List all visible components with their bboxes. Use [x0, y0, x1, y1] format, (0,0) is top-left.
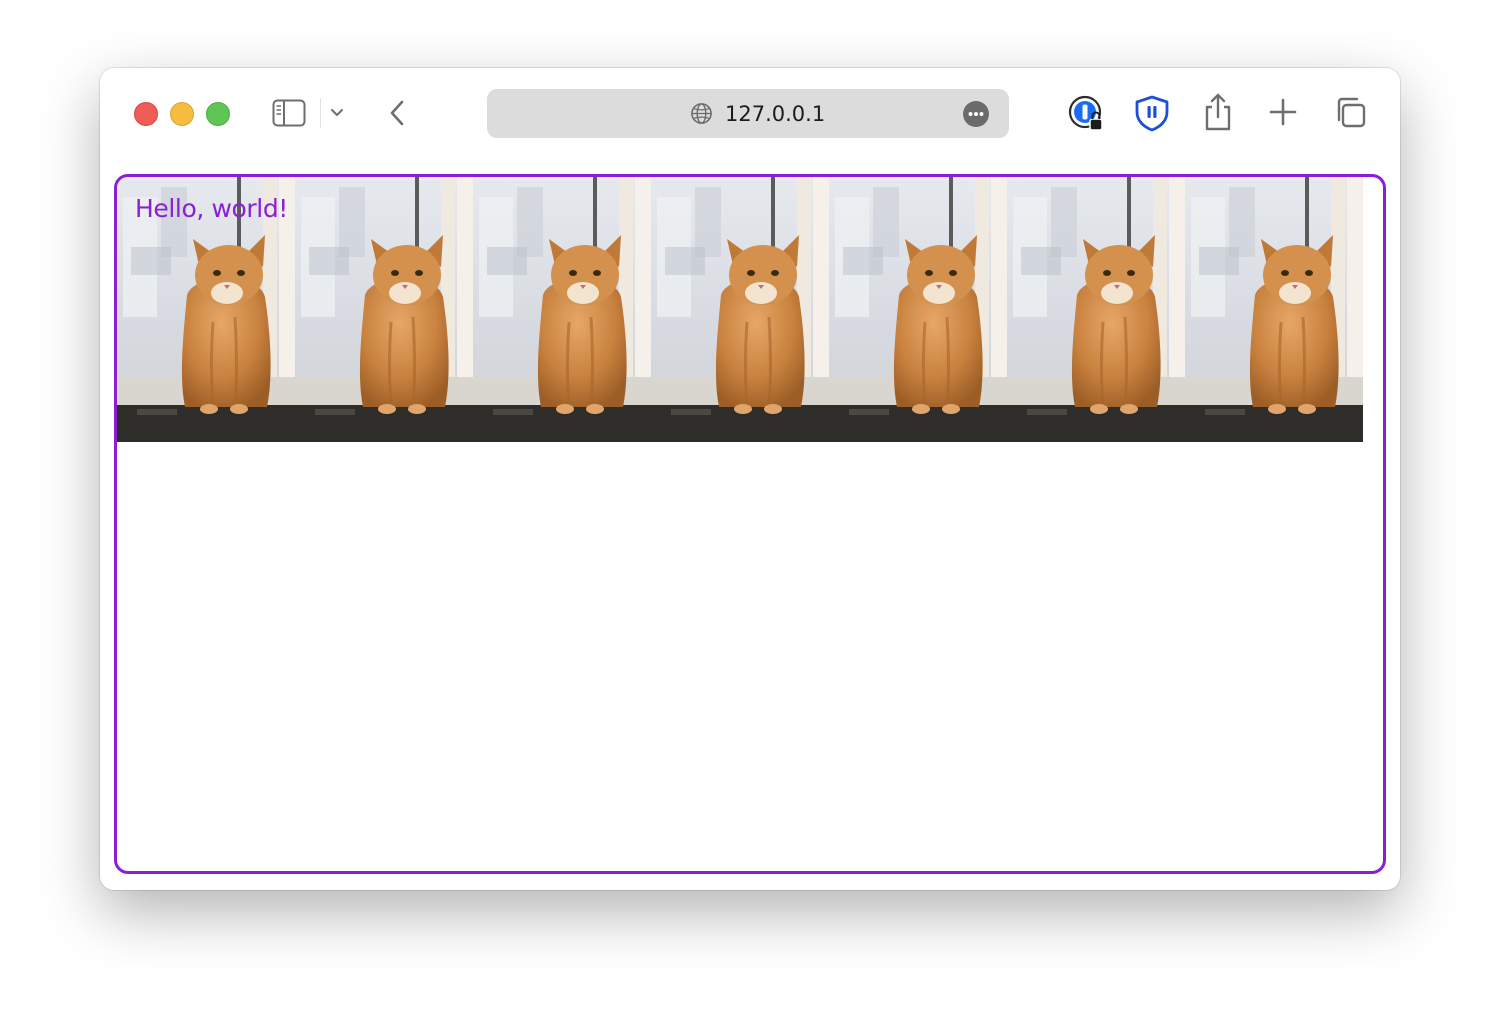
- cat-photo: [473, 177, 651, 442]
- cat-photo: [651, 177, 829, 442]
- back-arrow-icon[interactable]: [386, 98, 408, 128]
- cat-image-strip: [117, 177, 1383, 442]
- plus-icon[interactable]: [1268, 97, 1298, 127]
- web-content: Hello, world!: [100, 160, 1400, 890]
- more-dots-icon[interactable]: [962, 100, 990, 128]
- sidebar-icon[interactable]: [272, 98, 306, 128]
- tabs-overview-icon[interactable]: [1333, 96, 1367, 130]
- shield-extension-icon[interactable]: [1133, 94, 1171, 132]
- minimize-window-button[interactable]: [170, 102, 194, 126]
- toolbar-divider: [320, 98, 321, 128]
- page-heading: Hello, world!: [135, 194, 288, 223]
- cat-photo: [295, 177, 473, 442]
- page-frame: Hello, world!: [114, 174, 1386, 874]
- close-window-button[interactable]: [134, 102, 158, 126]
- browser-toolbar: 127.0.0.1: [100, 68, 1400, 160]
- share-icon[interactable]: [1201, 92, 1235, 132]
- browser-window: 127.0.0.1 Hello, world!: [100, 68, 1400, 890]
- chevron-down-icon[interactable]: [328, 104, 346, 122]
- cat-photo: [1007, 177, 1185, 442]
- maximize-window-button[interactable]: [206, 102, 230, 126]
- cat-photo: [1185, 177, 1363, 442]
- cat-photo: [829, 177, 1007, 442]
- globe-icon: [691, 103, 712, 124]
- url-text: 127.0.0.1: [725, 102, 826, 126]
- password-manager-icon[interactable]: [1068, 95, 1106, 133]
- address-bar[interactable]: 127.0.0.1: [487, 89, 1009, 138]
